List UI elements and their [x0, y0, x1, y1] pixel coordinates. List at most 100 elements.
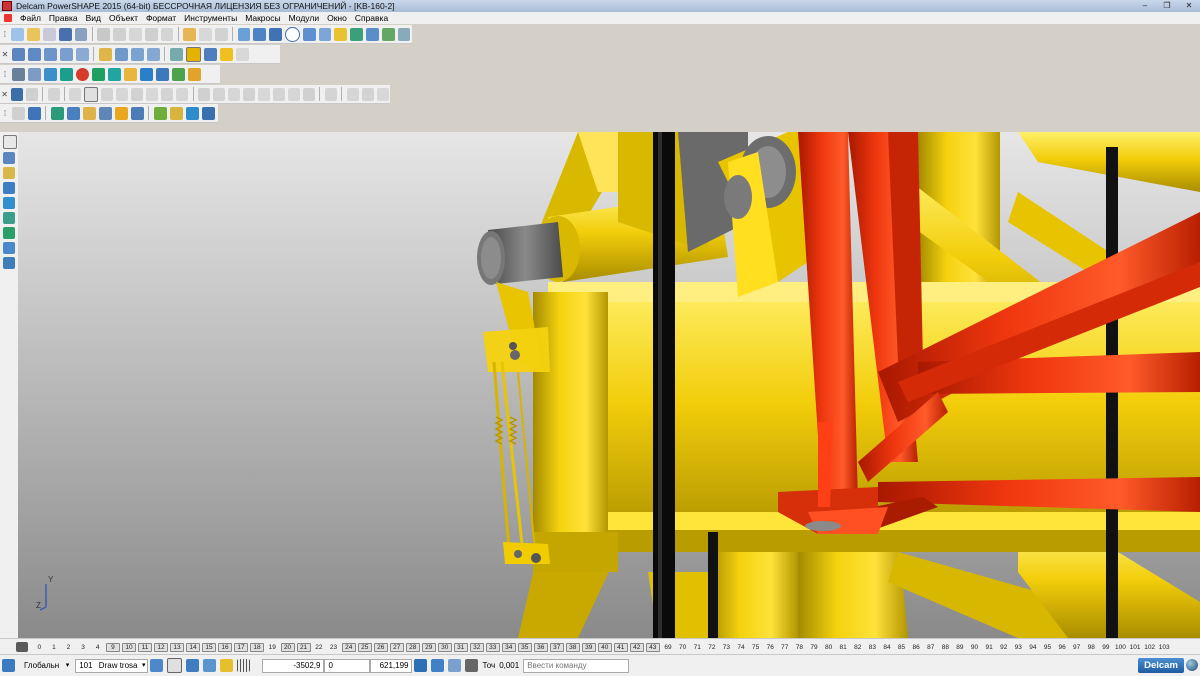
- level-button[interactable]: 43: [645, 642, 660, 652]
- workplane-icon[interactable]: [3, 167, 15, 179]
- intersect-disabled-icon[interactable]: [376, 87, 389, 101]
- level-button[interactable]: 13: [169, 642, 184, 652]
- solid-disabled-icon[interactable]: [11, 106, 25, 120]
- document-info-icon[interactable]: [27, 67, 41, 81]
- workplane-icon[interactable]: [2, 659, 15, 672]
- circle-icon[interactable]: [285, 26, 300, 42]
- level-button[interactable]: 27: [389, 642, 404, 652]
- level-button[interactable]: 102: [1142, 644, 1157, 651]
- box-icon[interactable]: [123, 67, 137, 81]
- level-button[interactable]: 18: [249, 642, 264, 652]
- menu-modules[interactable]: Модули: [285, 13, 323, 23]
- grid-icon[interactable]: [237, 659, 251, 672]
- level-button[interactable]: 98: [1084, 644, 1099, 651]
- grid-snap-icon[interactable]: [153, 106, 167, 120]
- delete-icon[interactable]: [160, 27, 174, 41]
- workplane-select[interactable]: Глобальн ▾: [21, 659, 69, 672]
- undo-icon[interactable]: [183, 27, 197, 41]
- menu-window[interactable]: Окно: [323, 13, 351, 23]
- level-button[interactable]: 84: [880, 644, 895, 651]
- level-button[interactable]: 73: [719, 644, 734, 651]
- xyz-icon[interactable]: [27, 106, 41, 120]
- level-button[interactable]: 3: [76, 644, 91, 651]
- hand-icon[interactable]: [235, 47, 249, 61]
- level-button[interactable]: 95: [1040, 644, 1055, 651]
- model-objects-icon[interactable]: [150, 659, 164, 672]
- toolbar-close-icon[interactable]: ✕: [0, 50, 10, 59]
- subtract-disabled-icon[interactable]: [361, 87, 374, 101]
- level-button[interactable]: 71: [690, 644, 705, 651]
- level-button[interactable]: 11: [137, 642, 152, 652]
- view-rotate-icon[interactable]: [75, 47, 89, 61]
- tools-icon[interactable]: [397, 27, 411, 41]
- chamfer-disabled-icon[interactable]: [228, 87, 241, 101]
- snap-icon[interactable]: [220, 659, 234, 672]
- workplane-coord-icon[interactable]: [431, 659, 445, 672]
- level-button[interactable]: 28: [405, 642, 420, 652]
- level-button[interactable]: 2: [61, 644, 76, 651]
- level-button[interactable]: 33: [485, 642, 500, 652]
- feature-disabled-icon[interactable]: [324, 87, 337, 101]
- level-button[interactable]: 15: [201, 642, 216, 652]
- level-button[interactable]: 16: [217, 642, 232, 652]
- bend-disabled-icon[interactable]: [116, 87, 129, 101]
- new-icon[interactable]: [11, 27, 25, 41]
- level-button[interactable]: 99: [1099, 644, 1114, 651]
- mirror-disabled-icon[interactable]: [302, 87, 315, 101]
- level-button[interactable]: 101: [1128, 644, 1143, 651]
- level-button[interactable]: 100: [1113, 644, 1128, 651]
- level-button[interactable]: 80: [821, 644, 836, 651]
- level-button[interactable]: 97: [1069, 644, 1084, 651]
- coord-y-field[interactable]: 0: [324, 658, 371, 673]
- solid-tools-icon[interactable]: [3, 227, 15, 239]
- level-button[interactable]: 79: [807, 644, 822, 651]
- menu-tools[interactable]: Инструменты: [180, 13, 241, 23]
- level-button[interactable]: 78: [792, 644, 807, 651]
- level-button[interactable]: 1: [47, 644, 62, 651]
- view-front-icon[interactable]: [11, 47, 25, 61]
- menu-edit[interactable]: Правка: [45, 13, 82, 23]
- mesh-icon[interactable]: [381, 27, 395, 41]
- analysis-icon[interactable]: [185, 106, 199, 120]
- zoom-icon[interactable]: [114, 47, 128, 61]
- save-icon[interactable]: [58, 27, 72, 41]
- coord-x-field[interactable]: -3502,9: [262, 658, 325, 673]
- wireframe-edit-icon[interactable]: [10, 87, 23, 101]
- level-button[interactable]: 31: [453, 642, 468, 652]
- surface-icon[interactable]: [350, 27, 364, 41]
- menu-help[interactable]: Справка: [351, 13, 392, 23]
- level-button[interactable]: 32: [469, 642, 484, 652]
- level-button[interactable]: 89: [953, 644, 968, 651]
- level-button[interactable]: 88: [938, 644, 953, 651]
- level-button[interactable]: 20: [280, 642, 295, 652]
- coord-z-field[interactable]: 621,199: [370, 658, 413, 673]
- level-button[interactable]: 86: [909, 644, 924, 651]
- level-button[interactable]: 70: [675, 644, 690, 651]
- level-button[interactable]: 94: [1026, 644, 1041, 651]
- copy-icon[interactable]: [113, 27, 126, 41]
- wireframe-tools-icon[interactable]: [3, 182, 15, 194]
- cut-disabled-icon[interactable]: [272, 87, 285, 101]
- render-icon[interactable]: [201, 106, 215, 120]
- offset-disabled-icon[interactable]: [161, 87, 174, 101]
- electrode-icon[interactable]: [3, 257, 15, 269]
- view-back-icon[interactable]: [27, 47, 41, 61]
- level-button[interactable]: 0: [32, 644, 47, 651]
- level-button[interactable]: 77: [778, 644, 793, 651]
- level-button[interactable]: 30: [437, 642, 452, 652]
- constraint-icon[interactable]: [98, 106, 112, 120]
- level-button[interactable]: 74: [734, 644, 749, 651]
- level-button[interactable]: 37: [549, 642, 564, 652]
- mesh-tools-icon[interactable]: [3, 242, 15, 254]
- menu-view[interactable]: Вид: [82, 13, 105, 23]
- sphere-disabled-icon[interactable]: [69, 87, 82, 101]
- select-icon[interactable]: [237, 27, 251, 41]
- pan-icon[interactable]: [98, 47, 112, 61]
- view-iso-icon[interactable]: [43, 47, 57, 61]
- model-icon[interactable]: [11, 67, 25, 81]
- level-button[interactable]: 72: [705, 644, 720, 651]
- level-button[interactable]: 83: [865, 644, 880, 651]
- curve-disabled-icon[interactable]: [25, 87, 38, 101]
- fillet-disabled-icon[interactable]: [198, 87, 211, 101]
- level-button[interactable]: 21: [296, 642, 311, 652]
